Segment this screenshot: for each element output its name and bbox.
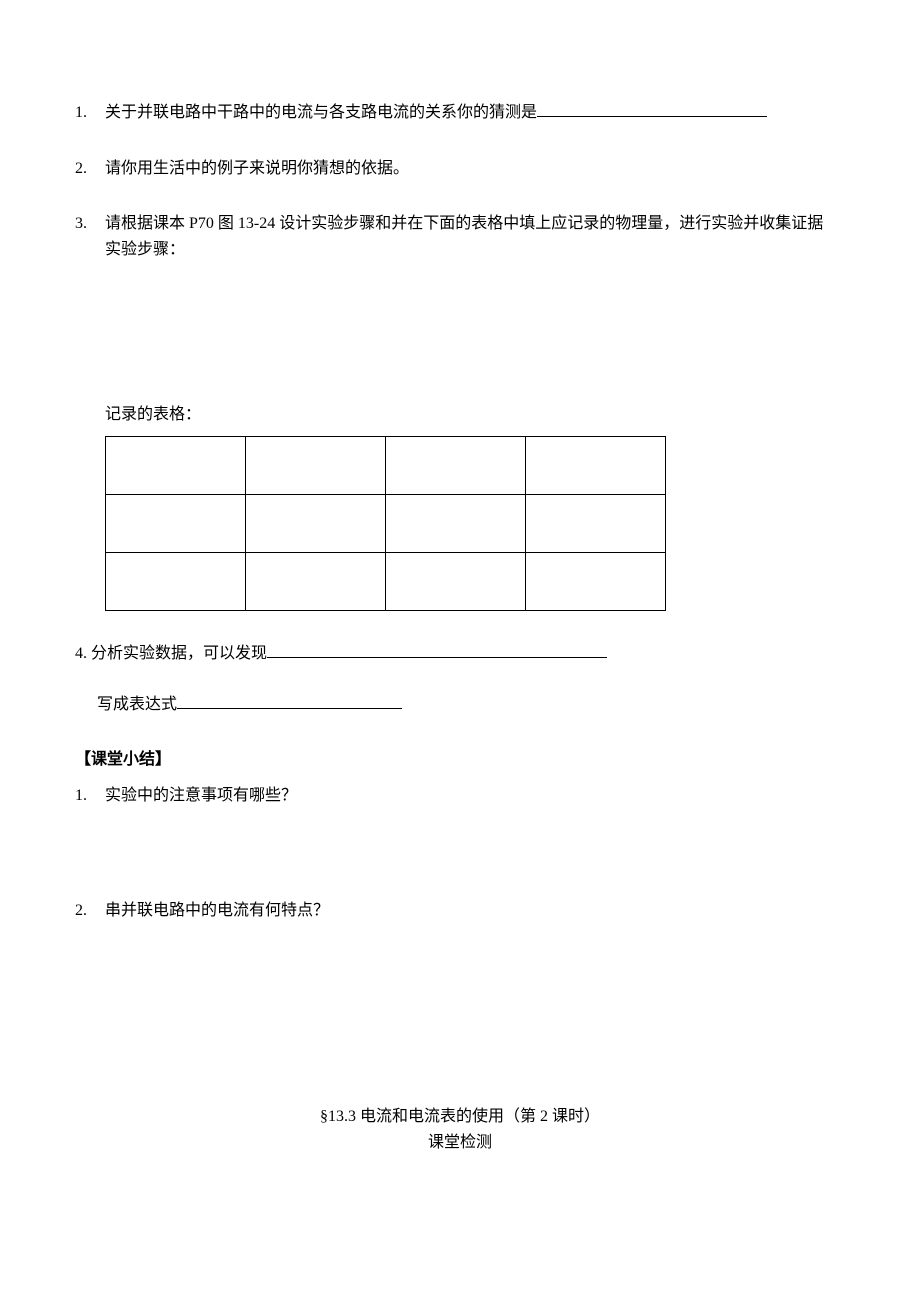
question-2: 2. 请你用生活中的例子来说明你猜想的依据。 [75,156,845,182]
table-cell [386,494,526,552]
item-content: 实验中的注意事项有哪些？ [105,783,845,809]
fill-blank [537,116,767,117]
fill-blank [267,657,607,658]
summary-heading: 【课堂小结】 [75,747,845,773]
item-number: 1. [75,100,105,126]
table-cell [526,494,666,552]
table-cell [386,436,526,494]
item-content: 请根据课本 P70 图 13-24 设计实验步骤和并在下面的表格中填上应记录的物… [105,211,845,262]
question-4: 4. 分析实验数据，可以发现 [75,641,845,667]
summary-question-1: 1. 实验中的注意事项有哪些？ [75,783,845,809]
table-cell [106,552,246,610]
question-1: 1. 关于并联电路中干路中的电流与各支路电流的关系你的猜测是 [75,100,845,126]
table-row [106,494,666,552]
expression-line: 写成表达式 [97,692,845,718]
table-cell [246,436,386,494]
summary-question-2: 2. 串并联电路中的电流有何特点？ [75,898,845,924]
item-number: 2. [75,898,105,924]
fill-blank [177,708,402,709]
item-number: 3. [75,211,105,262]
item-number: 2. [75,156,105,182]
table-cell [246,552,386,610]
record-table [105,436,666,611]
question-text: 请你用生活中的例子来说明你猜想的依据。 [105,160,409,177]
table-cell [106,494,246,552]
table-cell [106,436,246,494]
table-label: 记录的表格： [105,402,845,428]
footer-subtitle: 课堂检测 [75,1130,845,1156]
item-content: 关于并联电路中干路中的电流与各支路电流的关系你的猜测是 [105,100,845,126]
question-text-line2: 实验步骤： [105,237,845,263]
question-3: 3. 请根据课本 P70 图 13-24 设计实验步骤和并在下面的表格中填上应记… [75,211,845,262]
item-content: 串并联电路中的电流有何特点？ [105,898,845,924]
item-number: 1. [75,783,105,809]
question-text: 串并联电路中的电流有何特点？ [105,902,329,919]
table-row [106,436,666,494]
table-cell [526,436,666,494]
item-content: 请你用生活中的例子来说明你猜想的依据。 [105,156,845,182]
table-cell [526,552,666,610]
table-row [106,552,666,610]
question-text: 4. 分析实验数据，可以发现 [75,645,267,662]
question-text: 实验中的注意事项有哪些？ [105,787,297,804]
footer-title: §13.3 电流和电流表的使用（第 2 课时） [75,1104,845,1130]
question-text: 关于并联电路中干路中的电流与各支路电流的关系你的猜测是 [105,104,537,121]
table-cell [246,494,386,552]
table-cell [386,552,526,610]
question-text-line1: 请根据课本 P70 图 13-24 设计实验步骤和并在下面的表格中填上应记录的物… [105,211,845,237]
expression-label: 写成表达式 [97,696,177,713]
